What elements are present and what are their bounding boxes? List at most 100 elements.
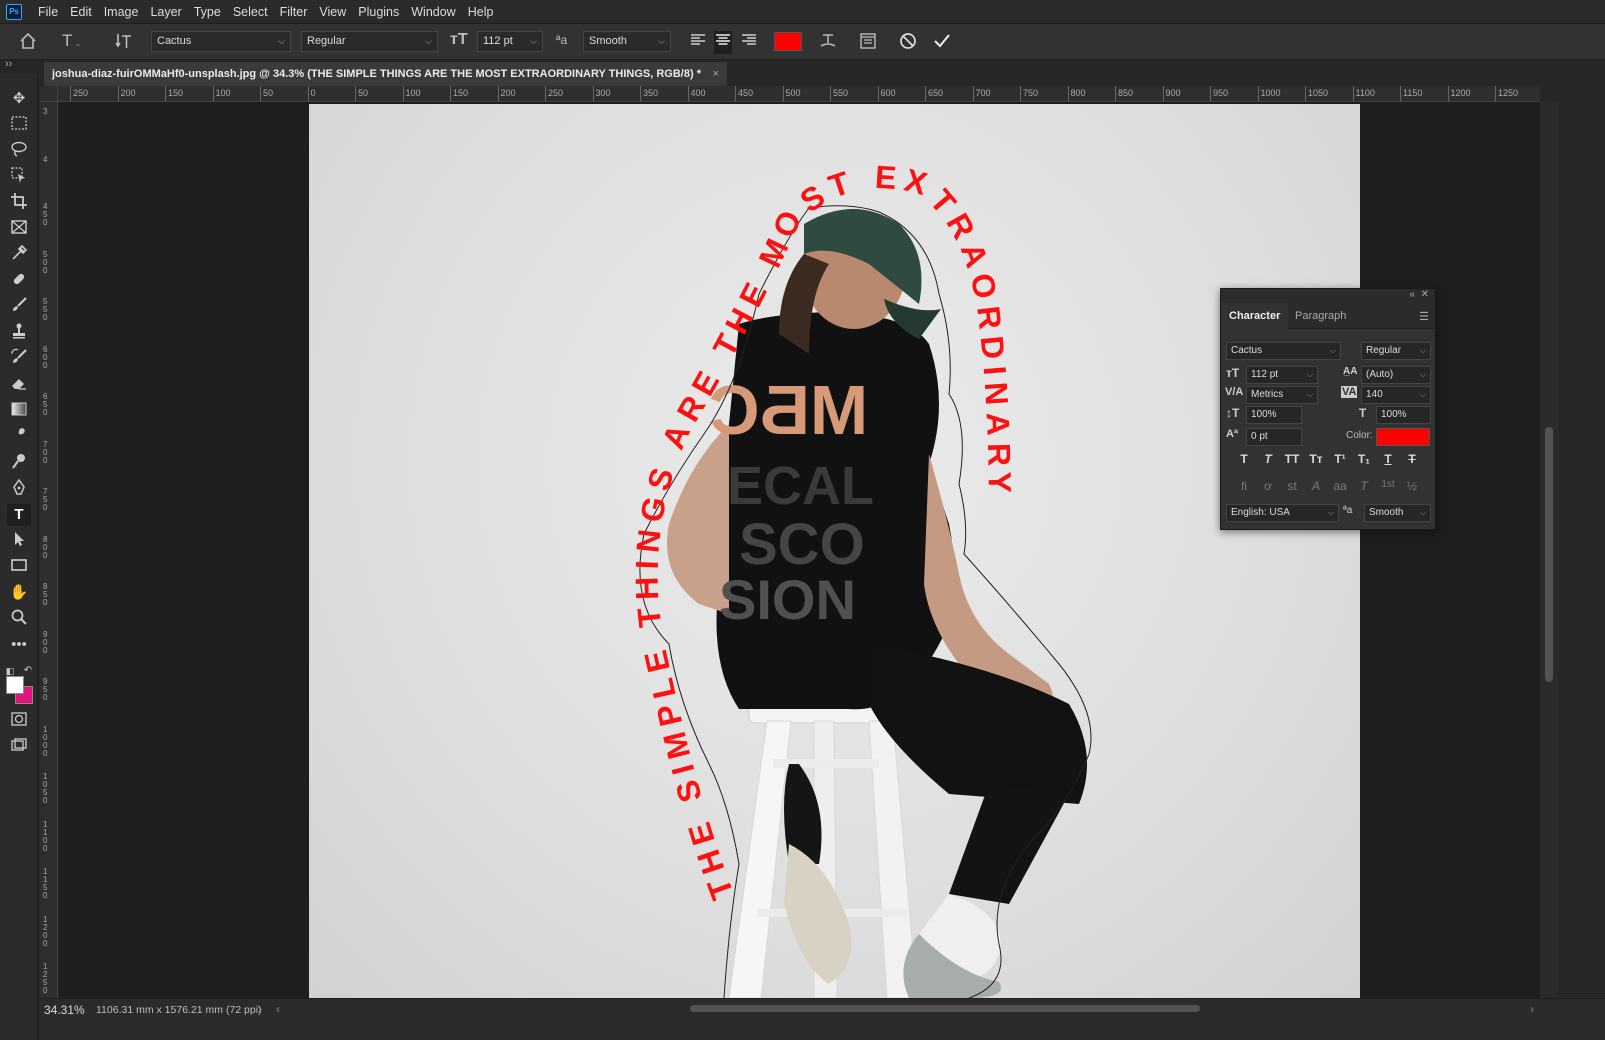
panel-antialias-select[interactable]: Smooth ⌵ (1364, 504, 1431, 522)
warp-text-icon[interactable] (818, 31, 838, 56)
antialias-select[interactable]: Smooth ⌵ (583, 31, 671, 52)
small-caps-button[interactable]: Tт (1306, 452, 1326, 466)
menu-edit[interactable]: Edit (64, 0, 98, 24)
path-selection-tool-icon[interactable] (7, 530, 31, 552)
close-tab-icon[interactable]: × (713, 62, 719, 86)
pen-tool-icon[interactable] (7, 478, 31, 500)
screen-mode-icon[interactable] (7, 736, 31, 758)
faux-bold-button[interactable]: T (1234, 452, 1254, 466)
move-tool-icon[interactable]: ✥ (7, 88, 31, 110)
panel-horizontal-scale-input[interactable]: 100% (1376, 406, 1431, 424)
history-brush-tool-icon[interactable] (7, 348, 31, 370)
type-tool-icon[interactable]: T (7, 504, 31, 526)
character-panel-toggle-icon[interactable] (858, 31, 878, 56)
clone-stamp-tool-icon[interactable] (7, 322, 31, 344)
hand-tool-icon[interactable]: ✋ (7, 582, 31, 604)
marquee-tool-icon[interactable] (7, 114, 31, 136)
panel-font-family-select[interactable]: Cactus ⌵ (1226, 342, 1341, 360)
frame-tool-icon[interactable] (7, 218, 31, 240)
healing-brush-tool-icon[interactable] (7, 270, 31, 292)
align-left-icon[interactable] (689, 31, 707, 54)
tab-paragraph[interactable]: Paragraph (1287, 303, 1354, 329)
type-tool-preset-icon[interactable]: T ⌄ (62, 31, 81, 51)
canvas-area[interactable]: ƆƋM ECAL SCO SION THE SIMPLE THINGS ARE … (58, 102, 1540, 998)
toggle-text-orientation-icon[interactable] (114, 31, 134, 56)
scroll-right-icon[interactable]: › (1530, 1002, 1534, 1016)
close-panel-icon[interactable]: ✕ (1421, 289, 1429, 300)
font-family-select[interactable]: Cactus ⌵ (151, 31, 291, 52)
horizontal-ruler[interactable]: 250 200 150 100 50 0 50 100 150 200 250 300 350 400 45… (58, 86, 1540, 102)
vertical-ruler[interactable]: 3 4 450 500 550 600 650 700 750 800 850 900 950 1000 1… (40, 102, 58, 998)
stylistic-alternates-button[interactable]: aa (1330, 479, 1350, 493)
lasso-tool-icon[interactable] (7, 140, 31, 162)
panel-font-size-select[interactable]: 112 pt ⌵ (1246, 366, 1318, 384)
all-caps-button[interactable]: TT (1282, 452, 1302, 466)
old-style-button[interactable]: ơ (1258, 479, 1278, 493)
font-size-select[interactable]: 112 pt ⌵ (477, 31, 543, 52)
document-tab[interactable]: joshua-diaz-fuirOMMaHf0-unsplash.jpg @ 3… (44, 62, 727, 86)
commit-edits-icon[interactable] (932, 31, 952, 56)
rectangle-tool-icon[interactable] (7, 556, 31, 578)
eyedropper-tool-icon[interactable] (7, 244, 31, 266)
menu-type[interactable]: Type (188, 0, 227, 24)
expand-panels-icon[interactable]: ›› (5, 58, 12, 70)
text-color-swatch[interactable] (774, 32, 802, 51)
menu-view[interactable]: View (313, 0, 352, 24)
font-style-select[interactable]: Regular ⌵ (301, 31, 438, 52)
collapse-panel-icon[interactable]: « (1409, 289, 1415, 300)
tab-character[interactable]: Character (1221, 303, 1289, 329)
menu-select[interactable]: Select (227, 0, 274, 24)
panel-vertical-scale-input[interactable]: 100% (1246, 406, 1302, 424)
panel-kerning-select[interactable]: Metrics ⌵ (1246, 386, 1318, 404)
superscript-button[interactable]: T¹ (1330, 452, 1350, 466)
more-tools-icon[interactable]: ••• (7, 634, 31, 656)
zoom-tool-icon[interactable] (7, 608, 31, 630)
titling-alternates-button[interactable]: T (1354, 479, 1374, 493)
object-selection-tool-icon[interactable] (7, 166, 31, 188)
language-select[interactable]: English: USA ⌵ (1226, 504, 1339, 522)
panel-menu-icon[interactable]: ☰ (1419, 310, 1429, 323)
ordinals-button[interactable]: 1st (1378, 479, 1398, 490)
smudge-tool-icon[interactable] (7, 426, 31, 448)
strikethrough-button[interactable]: T (1402, 452, 1422, 466)
fractions-button[interactable]: ½ (1402, 479, 1422, 493)
quick-mask-icon[interactable] (7, 710, 31, 732)
zoom-level[interactable]: 34.31% (44, 1003, 85, 1017)
status-menu-chevron-icon[interactable]: › (258, 1002, 262, 1016)
panel-leading-select[interactable]: (Auto) ⌵ (1361, 366, 1431, 384)
swash-button[interactable]: A (1306, 479, 1326, 493)
home-icon[interactable] (18, 31, 38, 56)
menu-window[interactable]: Window (405, 0, 461, 24)
ruler-origin[interactable] (40, 86, 58, 102)
menu-filter[interactable]: Filter (274, 0, 314, 24)
panel-baseline-shift-input[interactable]: 0 pt (1246, 428, 1302, 446)
menu-image[interactable]: Image (98, 0, 145, 24)
panel-color-swatch[interactable] (1376, 428, 1430, 446)
panel-tracking-select[interactable]: 140 ⌵ (1361, 386, 1431, 404)
subscript-button[interactable]: T₁ (1354, 452, 1374, 466)
horizontal-scrollbar-thumb[interactable] (690, 1005, 1200, 1012)
align-center-icon[interactable] (714, 31, 732, 54)
panel-font-style-select[interactable]: Regular ⌵ (1361, 342, 1431, 360)
menu-help[interactable]: Help (462, 0, 500, 24)
brush-tool-icon[interactable] (7, 296, 31, 318)
vertical-scrollbar[interactable] (1540, 102, 1558, 998)
eraser-tool-icon[interactable] (7, 374, 31, 396)
underline-button[interactable]: T (1378, 452, 1398, 466)
faux-italic-button[interactable]: T (1258, 452, 1278, 466)
scroll-left-icon[interactable]: ‹ (276, 1002, 280, 1016)
gradient-tool-icon[interactable] (7, 400, 31, 422)
default-colors-icon[interactable]: ◧ (3, 660, 17, 676)
menu-file[interactable]: File (32, 0, 64, 24)
document-canvas[interactable]: ƆƋM ECAL SCO SION THE SIMPLE THINGS ARE … (309, 104, 1360, 998)
dodge-tool-icon[interactable] (7, 452, 31, 474)
menu-plugins[interactable]: Plugins (352, 0, 405, 24)
swap-colors-icon[interactable]: ↶ (21, 660, 35, 676)
cancel-edits-icon[interactable] (898, 31, 918, 56)
vertical-scrollbar-thumb[interactable] (1545, 427, 1553, 682)
foreground-color-swatch[interactable] (6, 676, 24, 694)
discretionary-ligatures-button[interactable]: st (1282, 479, 1302, 493)
ligatures-button[interactable]: fi (1234, 479, 1254, 493)
align-right-icon[interactable] (740, 31, 758, 54)
crop-tool-icon[interactable] (7, 192, 31, 214)
